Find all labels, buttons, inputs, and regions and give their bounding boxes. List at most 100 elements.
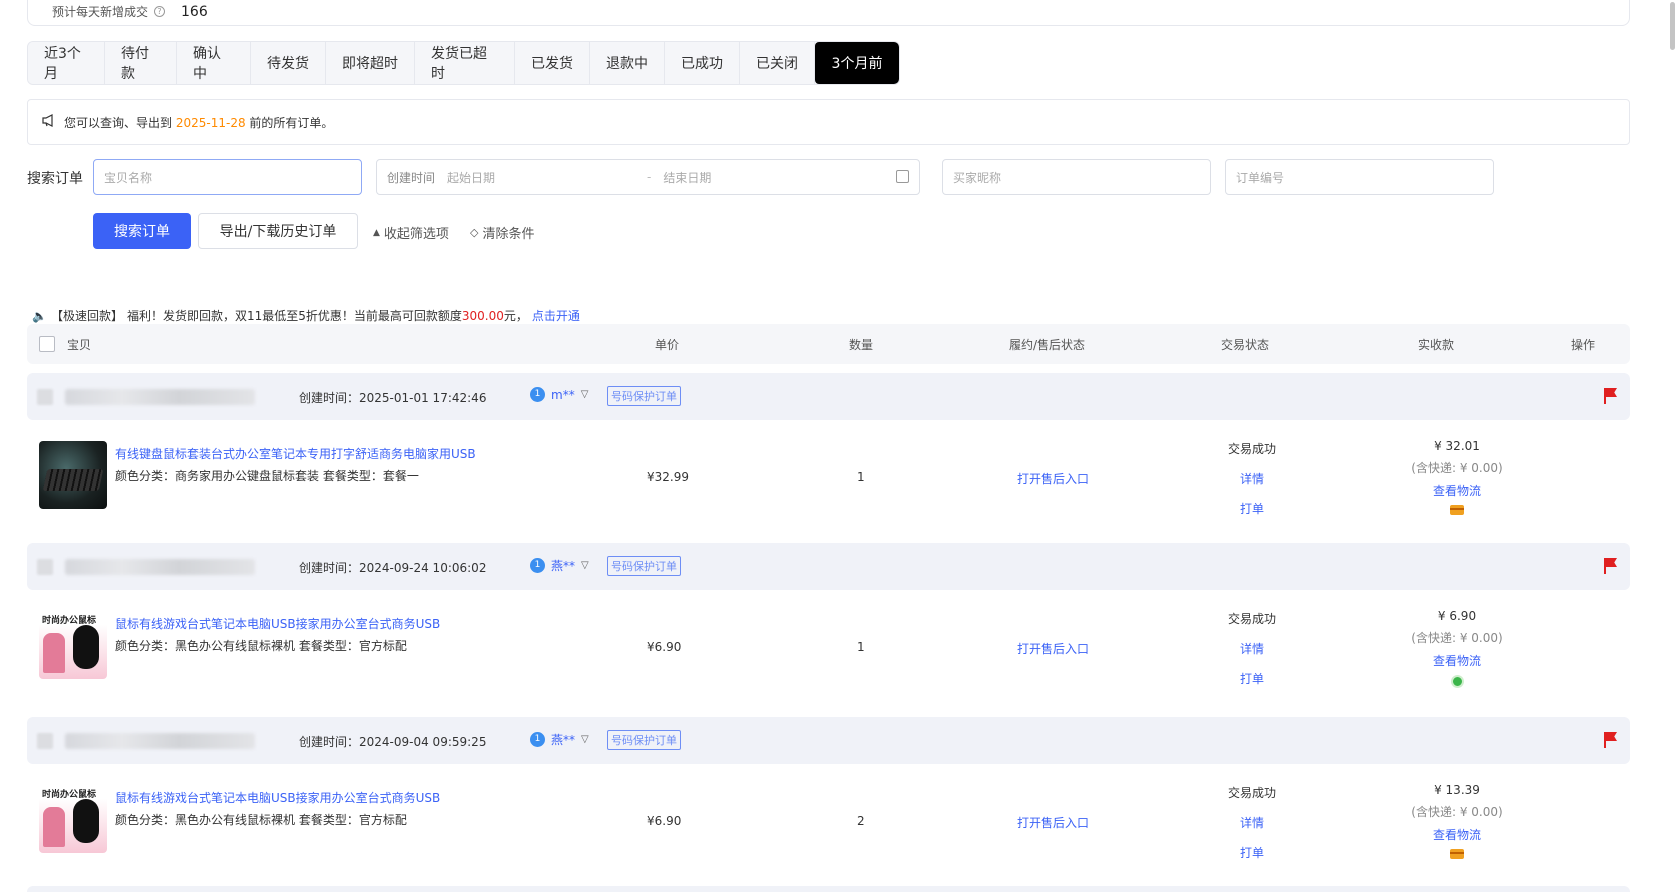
detail-link[interactable]: 详情: [1240, 470, 1264, 487]
filter-icon[interactable]: ▽: [581, 389, 589, 400]
tab-closed[interactable]: 已关闭: [740, 42, 815, 84]
tab-older-than-3-months[interactable]: 3个月前: [815, 42, 899, 84]
clear-conditions-link[interactable]: ◇ 清除条件: [470, 223, 534, 242]
buyer-info[interactable]: 1 m** ▽: [530, 387, 588, 402]
product-image[interactable]: 时尚办公鼠标: [39, 785, 107, 853]
thumb-brand-text: 时尚办公鼠标: [42, 616, 97, 626]
print-order-link[interactable]: 打单: [1240, 670, 1264, 687]
collapse-filters-link[interactable]: ▲ 收起筛选项: [373, 223, 449, 242]
product-title-link[interactable]: 鼠标有线游戏台式笔记本电脑USB接家用办公室台式商务USB: [115, 615, 440, 632]
scrollbar-thumb[interactable]: [1670, 2, 1675, 50]
product-title-link[interactable]: 有线键盘鼠标套装台式办公室笔记本专用打字舒适商务电脑家用USB: [115, 445, 476, 462]
notice-suffix: 前的所有订单。: [249, 115, 334, 130]
thumb-brand-text: 时尚办公鼠标: [42, 790, 97, 800]
amount-cell: ¥ 13.39 (含快递: ¥ 0.00) 查看物流: [1397, 783, 1517, 859]
tab-refunding[interactable]: 退款中: [590, 42, 665, 84]
flag-icon[interactable]: [1604, 558, 1618, 574]
chat-icon[interactable]: 1: [530, 387, 545, 402]
green-leaf-icon: [1450, 675, 1464, 688]
notice-prefix: 您可以查询、导出到: [64, 115, 173, 130]
stats-box: 预计每天新增成交 ? 166: [27, 0, 1630, 26]
filter-icon[interactable]: ▽: [581, 734, 589, 745]
product-sku: 颜色分类：商务家用办公键盘鼠标套装 套餐类型：套餐一: [115, 469, 419, 483]
product-title-link[interactable]: 鼠标有线游戏台式笔记本电脑USB接家用办公室台式商务USB: [115, 789, 440, 806]
order-checkbox[interactable]: [37, 733, 53, 749]
print-order-link[interactable]: 打单: [1240, 500, 1264, 517]
after-sale-link[interactable]: 打开售后入口: [1017, 640, 1089, 657]
promo-tag: 【极速回款】: [50, 309, 123, 323]
order-item-row: 时尚办公鼠标 鼠标有线游戏台式笔记本电脑USB接家用办公室台式商务USB 颜色分…: [27, 590, 1630, 710]
tab-shipped[interactable]: 已发货: [515, 42, 590, 84]
tab-succeeded[interactable]: 已成功: [665, 42, 740, 84]
amount-received: ¥ 13.39: [1434, 783, 1480, 797]
tab-pending-shipment[interactable]: 待发货: [251, 42, 326, 84]
order-number-input[interactable]: 订单编号: [1225, 159, 1494, 195]
after-sale-link[interactable]: 打开售后入口: [1017, 814, 1089, 831]
view-logistics-link[interactable]: 查看物流: [1433, 652, 1481, 669]
megaphone-icon: [42, 114, 56, 130]
tab-recent-3-months[interactable]: 近3个月: [28, 42, 105, 84]
page-scrollbar[interactable]: [1665, 0, 1679, 892]
filter-icon[interactable]: ▽: [581, 560, 589, 571]
col-trade-status: 交易状态: [1221, 338, 1270, 352]
item-name-input[interactable]: 宝贝名称: [93, 159, 362, 195]
col-unit-price: 单价: [655, 338, 680, 352]
after-sale-link[interactable]: 打开售后入口: [1017, 470, 1089, 487]
unit-price: ¥6.90: [647, 814, 682, 828]
product-image[interactable]: 时尚办公鼠标: [39, 611, 107, 679]
order-checkbox[interactable]: [37, 559, 53, 575]
flag-icon[interactable]: [1604, 388, 1618, 404]
order-item-row: 时尚办公鼠标 鼠标有线游戏台式笔记本电脑USB接家用办公室台式商务USB 颜色分…: [27, 764, 1630, 884]
chat-icon[interactable]: 1: [530, 558, 545, 573]
view-logistics-link[interactable]: 查看物流: [1433, 826, 1481, 843]
date-range-picker[interactable]: 创建时间 起始日期 - 结束日期: [376, 159, 920, 195]
quantity: 1: [857, 640, 865, 654]
order-item-row: 有线键盘鼠标套装台式办公室笔记本专用打字舒适商务电脑家用USB 颜色分类：商务家…: [27, 420, 1630, 540]
amount-cell: ¥ 6.90 (含快递: ¥ 0.00) 查看物流: [1397, 609, 1517, 688]
unit-price: ¥6.90: [647, 640, 682, 654]
privacy-protect-tag: 号码保护订单: [607, 386, 681, 406]
privacy-protect-tag: 号码保护订单: [607, 556, 681, 576]
promo-text: 福利！发货即回款，双11最低至5折优惠！当前最高可回款额度: [126, 309, 462, 323]
tab-pending-payment[interactable]: 待付款: [105, 42, 177, 84]
card-icon: [1450, 849, 1464, 859]
buyer-info[interactable]: 1 燕** ▽: [530, 731, 589, 748]
export-history-button[interactable]: 导出/下载历史订单: [198, 213, 358, 249]
shipping-fee: (含快递: ¥ 0.00): [1411, 461, 1503, 475]
estimate-label: 预计每天新增成交: [52, 5, 149, 19]
trade-status-cell: 交易成功 详情 打单: [1217, 784, 1287, 861]
order-page: 预计每天新增成交 ? 166 近3个月 待付款 确认中 待发货 即将超时 发货已…: [0, 0, 1679, 892]
amount-received: ¥ 32.01: [1434, 439, 1480, 453]
notice-text: 您可以查询、导出到 2025-11-28 前的所有订单。: [64, 114, 333, 131]
next-order-header-edge: [27, 886, 1630, 892]
promo-enable-link[interactable]: 点击开通: [532, 307, 580, 324]
estimate-row: 预计每天新增成交 ? 166: [52, 3, 208, 20]
view-logistics-link[interactable]: 查看物流: [1433, 482, 1481, 499]
item-name-placeholder: 宝贝名称: [104, 170, 153, 185]
order-created-time: 创建时间：2024-09-04 09:59:25: [299, 735, 487, 749]
table-header: 宝贝 单价 数量 履约/售后状态 交易状态 实收款 操作: [27, 324, 1630, 364]
tab-shipping-timeout[interactable]: 发货已超时: [415, 42, 515, 84]
collapse-filters-label: 收起筛选项: [383, 227, 449, 242]
unit-price: ¥32.99: [647, 470, 689, 484]
buyer-nickname-input[interactable]: 买家昵称: [942, 159, 1211, 195]
print-order-link[interactable]: 打单: [1240, 844, 1264, 861]
order-checkbox[interactable]: [37, 389, 53, 405]
calendar-icon[interactable]: [896, 170, 909, 183]
product-image[interactable]: [39, 441, 107, 509]
chevron-up-icon: ▲: [373, 227, 380, 238]
buyer-info[interactable]: 1 燕** ▽: [530, 557, 589, 574]
tab-about-to-timeout[interactable]: 即将超时: [326, 42, 415, 84]
tab-confirming[interactable]: 确认中: [177, 42, 251, 84]
flag-icon[interactable]: [1604, 732, 1618, 748]
detail-link[interactable]: 详情: [1240, 640, 1264, 657]
search-orders-button[interactable]: 搜索订单: [93, 213, 191, 249]
help-icon[interactable]: ?: [154, 6, 166, 17]
select-all-checkbox[interactable]: [39, 336, 55, 352]
product-sku: 颜色分类：黑色办公有线鼠标裸机 套餐类型：官方标配: [115, 813, 407, 827]
chat-icon[interactable]: 1: [530, 732, 545, 747]
start-date-placeholder: 起始日期: [447, 170, 496, 185]
order-header: 创建时间：2025-01-01 17:42:46 1 m** ▽ 号码保护订单: [27, 373, 1630, 420]
detail-link[interactable]: 详情: [1240, 814, 1264, 831]
amount-cell: ¥ 32.01 (含快递: ¥ 0.00) 查看物流: [1397, 439, 1517, 515]
